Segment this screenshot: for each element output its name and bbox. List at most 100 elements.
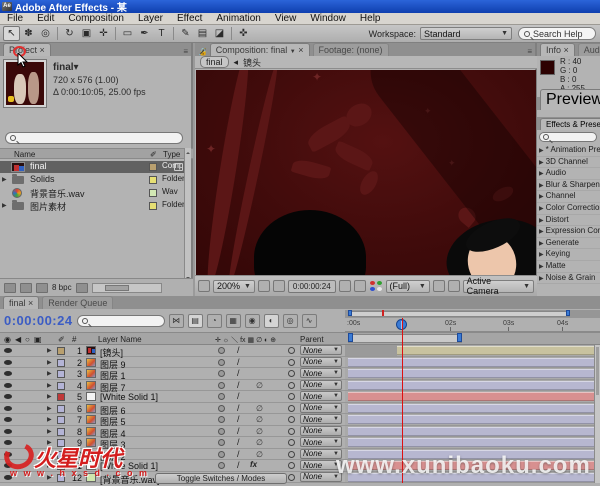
parent-dropdown[interactable]: None▼: [300, 449, 342, 459]
label-swatch[interactable]: [57, 347, 65, 355]
tab-timeline-final[interactable]: final ×: [3, 296, 39, 309]
pickwhip-icon[interactable]: [288, 359, 295, 366]
layer-row-11[interactable]: ▶ 11 [White Solid 1] /fx None▼: [0, 460, 345, 472]
layer-row-9[interactable]: ▶ 9 图层 3 /∅ None▼: [0, 437, 345, 449]
grid-guides-icon[interactable]: [258, 280, 270, 292]
bit-depth-label[interactable]: 8 bpc: [52, 283, 72, 292]
pickwhip-icon[interactable]: [288, 416, 295, 423]
project-item-images[interactable]: ▶ 图片素材 Folder: [0, 200, 186, 212]
project-list-header[interactable]: Name ✐ Type: [0, 148, 193, 159]
parent-dropdown[interactable]: None▼: [300, 403, 342, 413]
selection-tool-icon[interactable]: ↖: [3, 26, 20, 41]
interpret-footage-icon[interactable]: [4, 283, 16, 293]
layer-bar[interactable]: [348, 381, 594, 390]
quality-switch[interactable]: [218, 428, 225, 435]
menu-window[interactable]: Window: [303, 13, 353, 24]
puppet-pin-tool-icon[interactable]: ✜: [235, 26, 252, 41]
tab-footage[interactable]: Footage: (none): [313, 43, 389, 56]
project-search-input[interactable]: [5, 132, 183, 144]
layer-bar[interactable]: [348, 438, 594, 447]
quality-switch[interactable]: [218, 382, 225, 389]
eraser-tool-icon[interactable]: ◪: [211, 26, 228, 41]
pen-tool-icon[interactable]: ✒: [136, 26, 153, 41]
quality-switch[interactable]: [218, 416, 225, 423]
layer-bar[interactable]: [348, 427, 594, 436]
layer-row-6[interactable]: ▶ 6 图层 6 /∅ None▼: [0, 403, 345, 415]
layer-bar[interactable]: [397, 346, 594, 355]
layer-row-10[interactable]: ▶ 10 图层 2 /∅ None▼: [0, 449, 345, 461]
effects-cat-blur-sharpen[interactable]: ▶Blur & Sharpen: [537, 180, 600, 192]
menu-edit[interactable]: Edit: [30, 13, 61, 24]
effects-cat-expression-controls[interactable]: ▶Expression Controls: [537, 226, 600, 238]
pickwhip-icon[interactable]: [288, 451, 295, 458]
quality-switch[interactable]: [218, 405, 225, 412]
snapshot-icon[interactable]: [339, 280, 351, 292]
quality-switch[interactable]: [218, 451, 225, 458]
label-swatch[interactable]: [57, 416, 65, 424]
tab-render-queue[interactable]: Render Queue: [42, 296, 113, 309]
parent-dropdown[interactable]: None▼: [300, 472, 342, 482]
project-item-solids[interactable]: ▶ Solids Folder: [0, 174, 186, 186]
expand-icon[interactable]: ▶: [2, 176, 7, 183]
tab-effects-presets[interactable]: Effects & Presets: [540, 118, 600, 130]
overview-handle-left[interactable]: [348, 310, 352, 316]
timeline-overview-strip[interactable]: [345, 310, 600, 318]
layer-row-8[interactable]: ▶ 8 图层 4 /∅ None▼: [0, 426, 345, 438]
label-swatch[interactable]: [149, 163, 157, 171]
pickwhip-icon[interactable]: [288, 439, 295, 446]
eye-icon[interactable]: [4, 440, 12, 445]
draft-3d-icon[interactable]: ▤: [188, 314, 203, 328]
workspace-dropdown[interactable]: Standard▼: [420, 27, 512, 40]
eye-icon[interactable]: [4, 371, 12, 376]
tab-preview[interactable]: Preview ×: [540, 89, 600, 110]
layer-row-5[interactable]: ▶ 5 [White Solid 1] / None▼: [0, 391, 345, 403]
parent-dropdown[interactable]: None▼: [300, 368, 342, 378]
panel-menu-icon[interactable]: ≡: [527, 47, 532, 56]
pickwhip-icon[interactable]: [288, 347, 295, 354]
effects-cat-3d-channel[interactable]: ▶3D Channel: [537, 157, 600, 169]
quality-switch[interactable]: [218, 359, 225, 366]
menu-layer[interactable]: Layer: [131, 13, 170, 24]
time-ruler[interactable]: :00s 02s 03s 04s: [345, 318, 600, 332]
clone-stamp-tool-icon[interactable]: ▤: [194, 26, 211, 41]
pickwhip-icon[interactable]: [288, 428, 295, 435]
parent-dropdown[interactable]: None▼: [300, 345, 342, 355]
parent-dropdown[interactable]: None▼: [300, 380, 342, 390]
layer-row-3[interactable]: ▶ 3 图层 1 / None▼: [0, 368, 345, 380]
project-item-music[interactable]: 背景音乐.wav Wav: [0, 187, 186, 199]
layer-bar[interactable]: [348, 473, 594, 482]
graph-editor-icon[interactable]: ∿: [302, 314, 317, 328]
mask-visibility-icon[interactable]: [273, 280, 285, 292]
eye-icon[interactable]: [4, 394, 12, 399]
quality-switch[interactable]: [218, 439, 225, 446]
eye-icon[interactable]: [4, 406, 12, 411]
effects-cat-animation-presets[interactable]: ▶* Animation Presets: [537, 145, 600, 157]
work-area-bar[interactable]: [348, 334, 462, 343]
effects-cat-noise-grain[interactable]: ▶Noise & Grain: [537, 273, 600, 285]
toggle-switches-modes-button[interactable]: Toggle Switches / Modes: [155, 473, 287, 484]
parent-dropdown[interactable]: None▼: [300, 357, 342, 367]
breadcrumb-final[interactable]: final: [200, 56, 229, 68]
mask-tool-icon[interactable]: ▭: [119, 26, 136, 41]
rotation-tool-icon[interactable]: ↻: [61, 26, 78, 41]
effects-cat-channel[interactable]: ▶Channel: [537, 191, 600, 203]
label-swatch[interactable]: [57, 474, 65, 482]
project-scrollbar[interactable]: [184, 148, 191, 283]
tab-audio[interactable]: Audio: [578, 43, 600, 56]
eye-icon[interactable]: [4, 452, 12, 457]
motion-blur-icon[interactable]: ◉: [245, 314, 260, 328]
tab-info[interactable]: Info ×: [540, 43, 575, 56]
layer-bar[interactable]: [348, 369, 594, 378]
resolution-dropdown[interactable]: (Full)▼: [386, 280, 430, 293]
quality-switch[interactable]: [218, 393, 225, 400]
pickwhip-icon[interactable]: [288, 382, 295, 389]
window-titlebar[interactable]: Ae Adobe After Effects - 某: [0, 0, 600, 13]
parent-dropdown[interactable]: None▼: [300, 426, 342, 436]
expand-icon[interactable]: ▶: [2, 202, 7, 209]
layer-bar[interactable]: [348, 461, 594, 470]
layer-bar[interactable]: [348, 415, 594, 424]
new-folder-icon[interactable]: [20, 283, 32, 293]
brush-tool-icon[interactable]: ✎: [177, 26, 194, 41]
label-swatch[interactable]: [57, 382, 65, 390]
label-swatch[interactable]: [57, 439, 65, 447]
